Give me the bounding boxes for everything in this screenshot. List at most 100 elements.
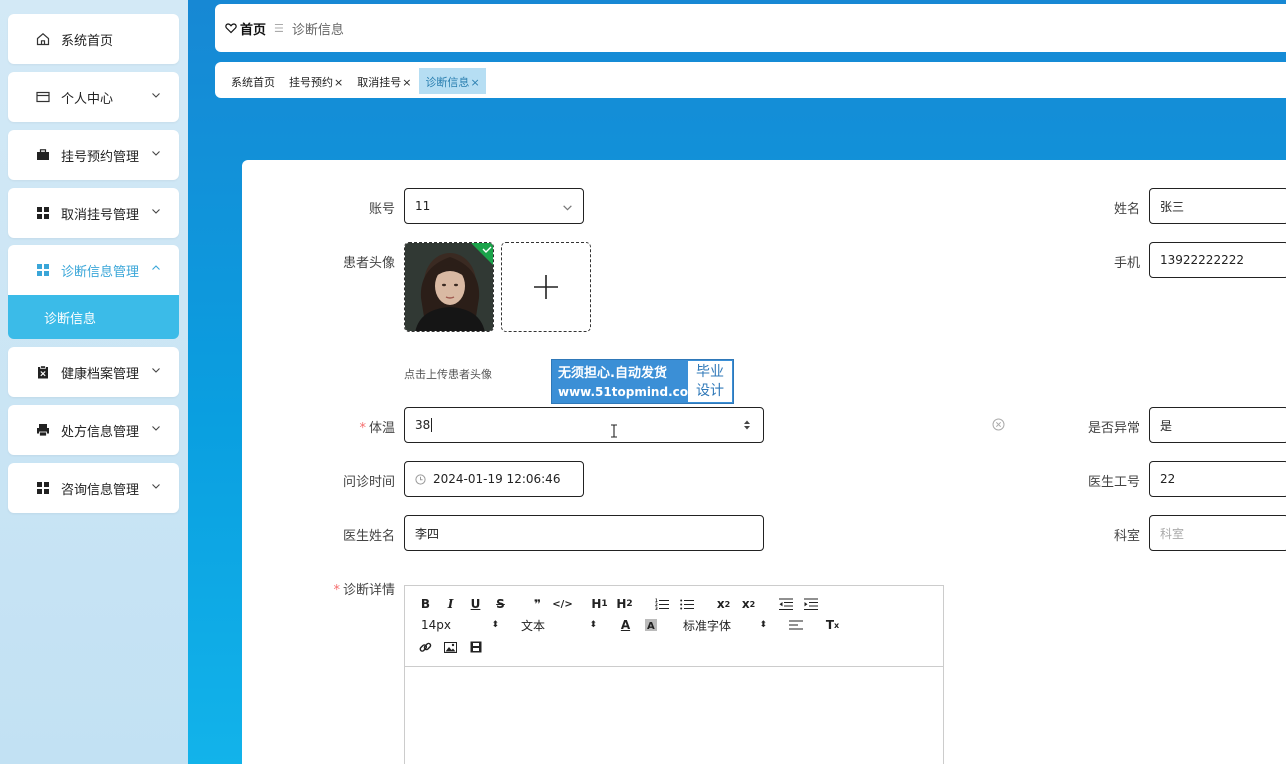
sidebar: 系统首页 个人中心 挂号预约管理 取消挂号管理 诊断信息管理 诊断信息 健康档案… [0,0,188,764]
sidebar-item-label: 系统首页 [61,33,114,49]
header-2-button[interactable]: H2 [612,595,637,613]
clock-icon [415,473,426,485]
tab-bar: 系统首页 挂号预约× 取消挂号× 诊断信息× [215,62,1286,98]
phone-label: 手机 [1113,256,1140,271]
phone-input[interactable]: 13922222222 [1149,242,1286,278]
doctor-id-input[interactable]: 22 [1149,461,1286,497]
clipboard-icon [36,365,50,379]
sidebar-item-label: 取消挂号管理 [61,207,140,223]
header-1-button[interactable]: H1 [587,595,612,613]
briefcase-icon [36,148,50,162]
bullet-list-icon[interactable] [674,595,699,613]
sidebar-item-personal[interactable]: 个人中心 [8,72,179,122]
avatar-image [405,243,493,331]
visit-time-picker[interactable]: 2024-01-19 12:06:46 [404,461,584,497]
font-size-select[interactable]: 14px ⬍ [421,616,499,634]
sidebar-subitem-diagnosis-info[interactable]: 诊断信息 [8,295,179,339]
close-icon[interactable]: × [334,76,343,89]
chevron-down-icon [152,93,160,98]
number-stepper-icon[interactable] [743,419,751,431]
underline-button[interactable]: U [463,595,488,613]
sidebar-item-appointment[interactable]: 挂号预约管理 [8,130,179,180]
outdent-icon[interactable] [773,595,798,613]
grid-icon [36,206,50,220]
breadcrumb-home[interactable]: 首页 [240,19,266,38]
chevron-down-icon [152,151,160,156]
avatar-upload-hint: 点击上传患者头像 [404,368,492,381]
tab-diagnosis-info[interactable]: 诊断信息× [419,68,486,94]
sort-arrows-icon: ⬍ [589,620,597,630]
clear-icon[interactable] [992,418,1005,431]
sidebar-item-label: 处方信息管理 [61,424,140,440]
id-card-icon [36,90,50,104]
avatar[interactable] [404,242,494,332]
sort-arrows-icon: ⬍ [491,620,499,630]
sidebar-item-label: 挂号预约管理 [61,149,140,165]
breadcrumb-current: 诊断信息 [291,22,344,38]
grid-icon [36,481,50,495]
subscript-button[interactable]: x2 [711,595,736,613]
text-style-select[interactable]: 文本 ⬍ [521,616,597,634]
clear-format-icon[interactable]: Tx [820,616,845,634]
link-icon[interactable] [413,638,438,656]
sidebar-item-health-records[interactable]: 健康档案管理 [8,347,179,397]
sidebar-item-diagnosis[interactable]: 诊断信息管理 [8,245,179,295]
visit-time-label: 问诊时间 [342,475,395,490]
department-input[interactable]: 科室 [1149,515,1286,551]
close-icon[interactable]: × [470,76,479,89]
superscript-button[interactable]: x2 [736,595,761,613]
account-label: 账号 [368,202,395,217]
tab-appointment[interactable]: 挂号预约× [283,68,349,94]
tab-home[interactable]: 系统首页 [225,68,281,94]
chevron-up-icon [152,265,160,270]
sidebar-item-prescription[interactable]: 处方信息管理 [8,405,179,455]
home-icon [36,32,50,46]
temperature-label: * 体温 [359,421,395,436]
font-color-icon[interactable]: A [613,616,638,634]
department-label: 科室 [1113,529,1140,544]
indent-icon[interactable] [798,595,823,613]
strike-button[interactable]: S [488,595,513,613]
sidebar-item-home[interactable]: 系统首页 [8,14,179,64]
background-color-icon[interactable]: A [638,616,663,634]
close-icon[interactable]: × [402,76,411,89]
breadcrumb-separator-icon: ☰ [274,21,284,35]
sidebar-item-label: 健康档案管理 [61,366,140,382]
chevron-down-icon [152,209,160,214]
blockquote-icon[interactable]: ❞ [525,595,550,613]
doctor-id-label: 医生工号 [1087,475,1140,490]
align-icon[interactable] [783,616,808,634]
editor-content-area[interactable] [405,666,943,764]
image-icon[interactable] [438,638,463,656]
temperature-input[interactable]: 38 [404,407,764,443]
video-icon[interactable] [463,638,488,656]
grid-icon [36,263,50,277]
chevron-down-icon [152,368,160,373]
font-family-select[interactable]: 标准字体 ⬍ [683,616,767,634]
italic-button[interactable]: I [438,595,463,613]
abnormal-select[interactable]: 是 [1149,407,1286,443]
plus-icon [534,275,558,299]
doctor-name-label: 医生姓名 [342,529,395,544]
sidebar-item-label: 个人中心 [61,91,114,107]
sidebar-item-label: 咨询信息管理 [61,482,140,498]
name-input[interactable]: 张三 [1149,188,1286,224]
svg-text:A: A [647,621,655,631]
editor-toolbar-row-1: B I U S ❞ </> H1 H2 123 x2 x2 [413,594,823,614]
ordered-list-icon[interactable]: 123 [649,595,674,613]
account-select[interactable]: 11 [404,188,584,224]
editor-toolbar-row-3 [413,637,488,657]
heart-icon [225,23,237,34]
name-label: 姓名 [1113,202,1140,217]
doctor-name-input[interactable]: 李四 [404,515,764,551]
sidebar-item-consultation[interactable]: 咨询信息管理 [8,463,179,513]
sidebar-item-cancel-appointment[interactable]: 取消挂号管理 [8,188,179,238]
code-block-icon[interactable]: </> [550,595,575,613]
bold-button[interactable]: B [413,595,438,613]
watermark-logo: 无须担心.自动发货 www.51topmind.com 毕业 设计 [551,359,734,404]
sort-arrows-icon: ⬍ [759,620,767,630]
tab-cancel-appointment[interactable]: 取消挂号× [351,68,417,94]
printer-icon [36,423,50,437]
upload-button[interactable] [501,242,591,332]
text-caret [431,418,433,432]
